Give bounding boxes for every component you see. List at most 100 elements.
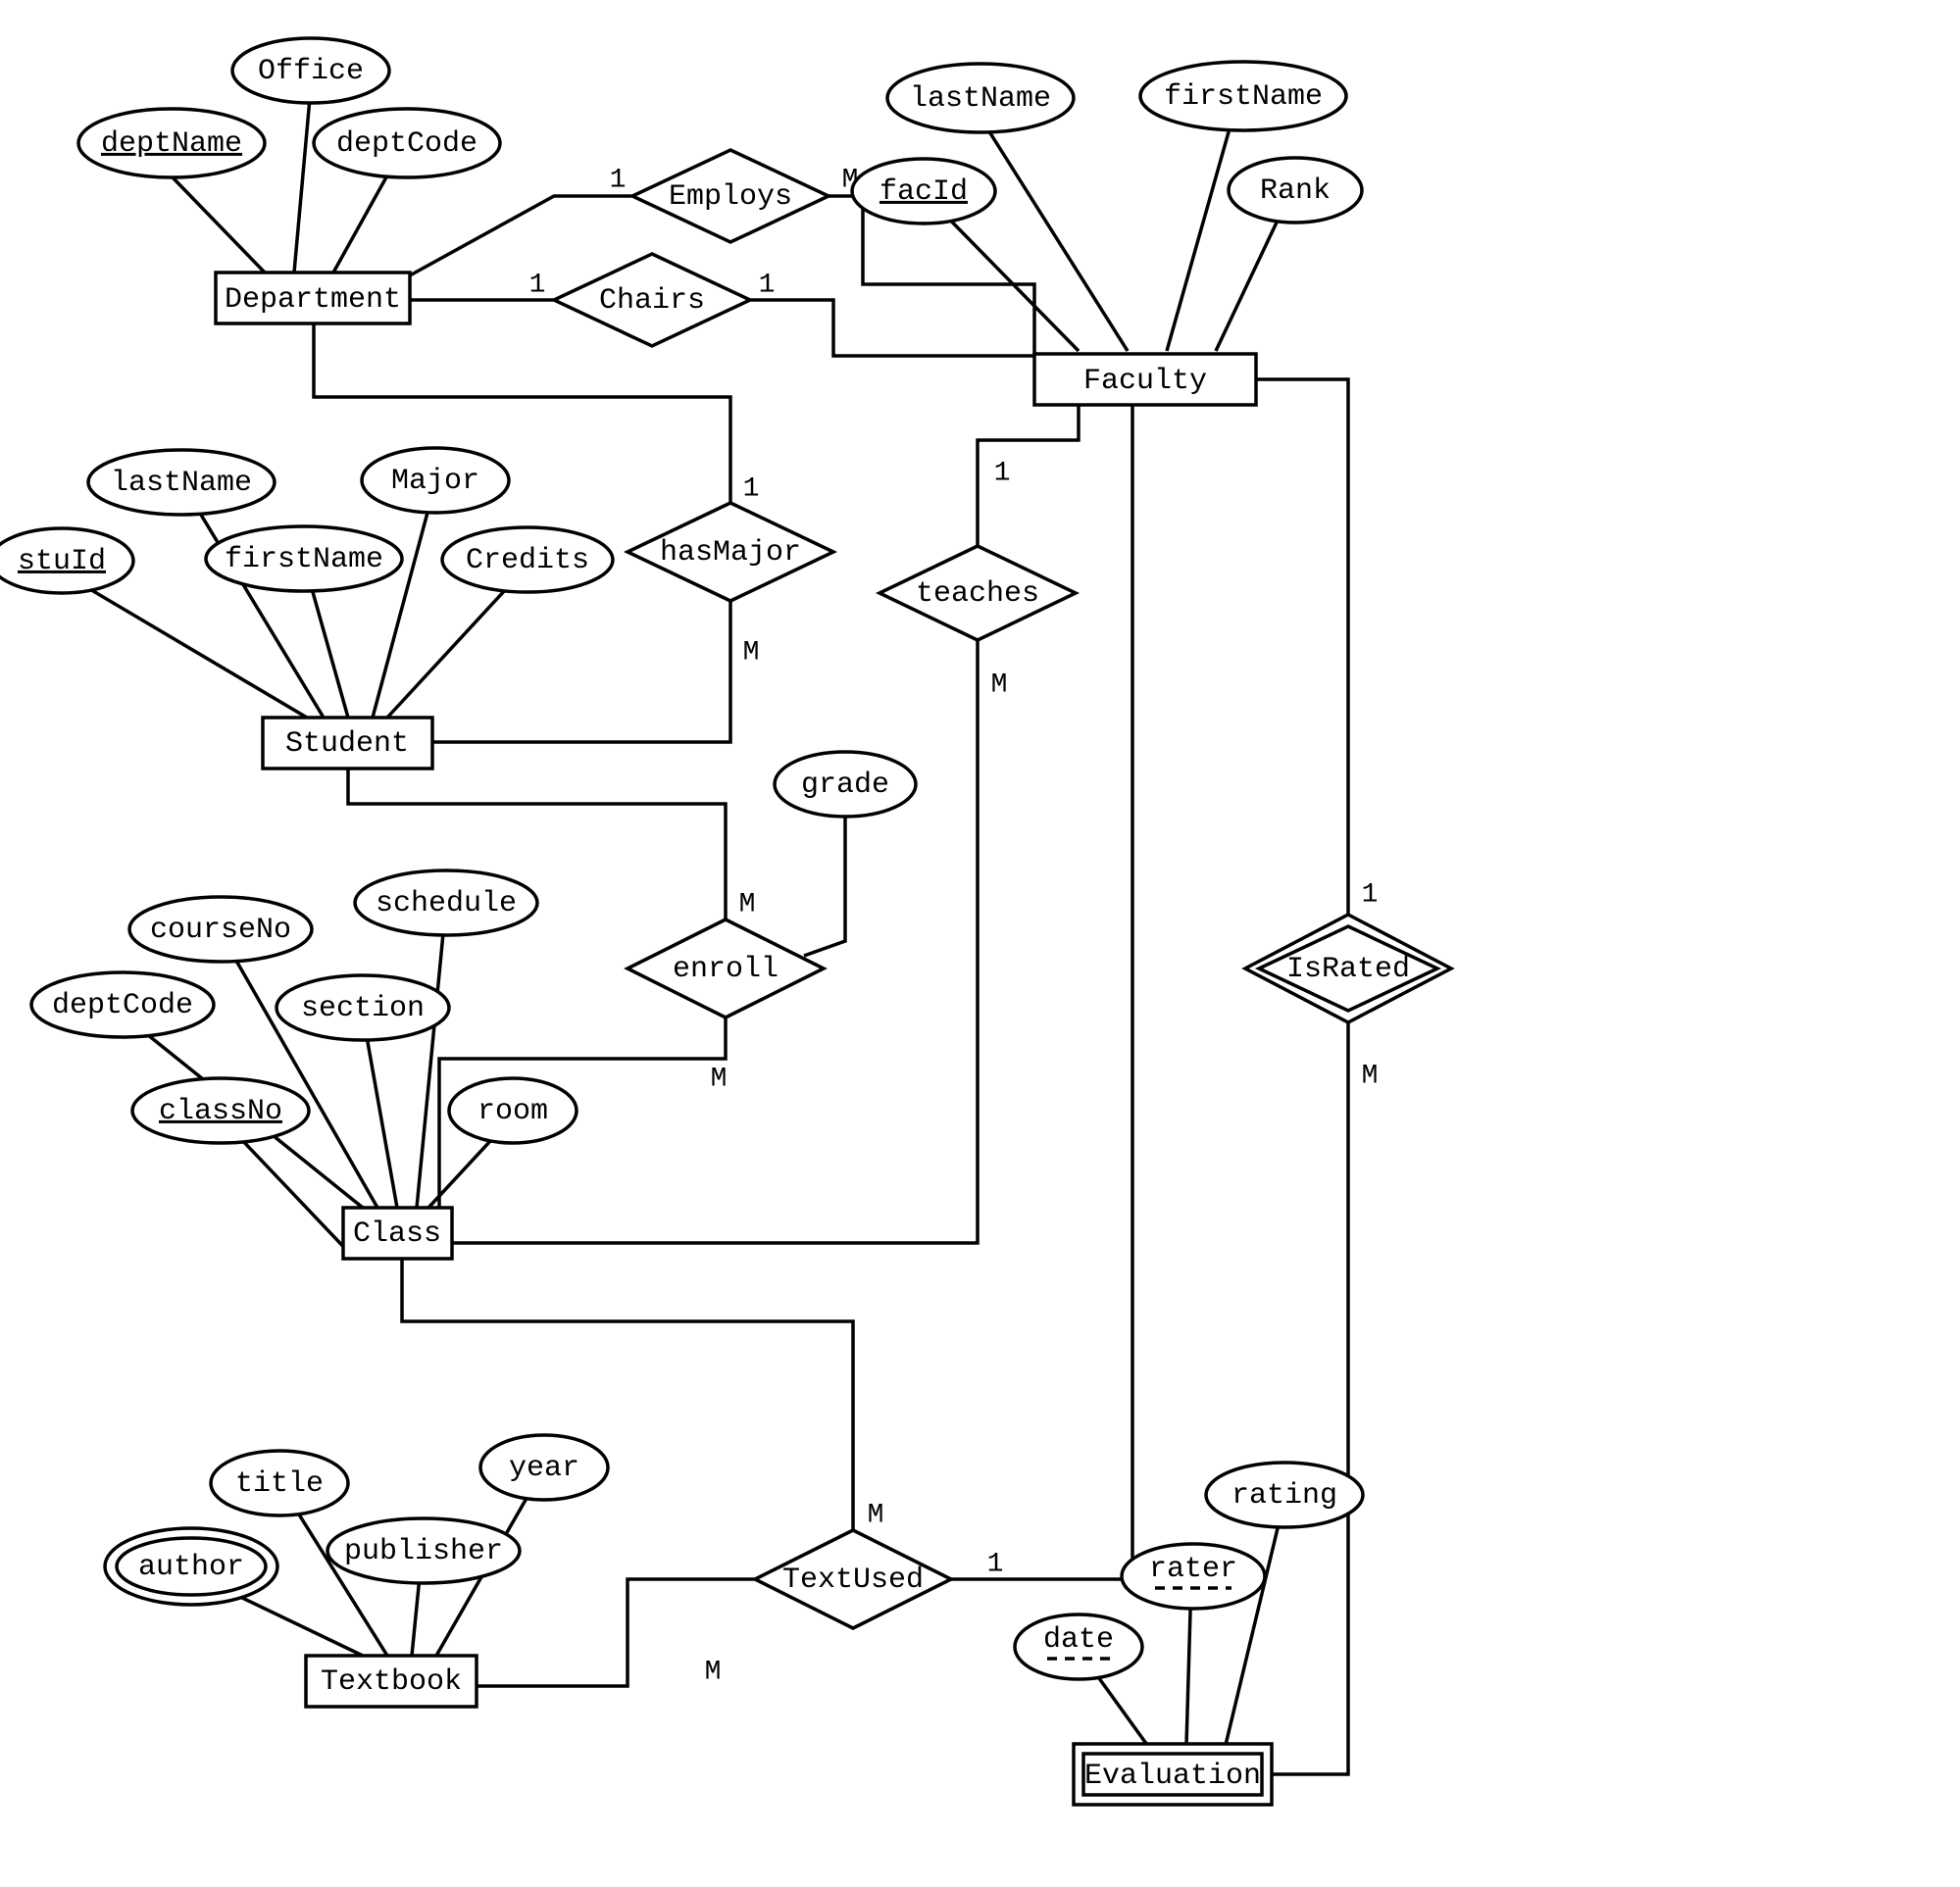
edge-fac-firstName [1167, 108, 1235, 351]
edge-teaches-fac [978, 404, 1079, 546]
attr-class-room: room [449, 1078, 577, 1143]
svg-text:date: date [1043, 1623, 1114, 1657]
edge-fac-rank [1216, 206, 1284, 351]
attr-class-schedule: schedule [355, 870, 537, 935]
attr-class-courseNo: courseNo [129, 897, 312, 962]
attr-text-title: title [211, 1451, 348, 1515]
edge-employs-dept [410, 196, 632, 275]
attr-stu-firstName: firstName [206, 526, 402, 591]
edge-textused-class [402, 1257, 853, 1530]
attr-text-author: author [105, 1528, 277, 1605]
edge-fac-facId [931, 201, 1079, 351]
rel-textused: TextUsed [755, 1530, 951, 1628]
er-diagram: 1 M 1 1 1 M 1 M M M M M 1 1 M Employs Ch… [0, 0, 1960, 1887]
attr-eval-rater: rater [1122, 1544, 1265, 1609]
card-teaches-fac: 1 [994, 458, 1011, 488]
rel-teaches: teaches [879, 546, 1076, 640]
card-chairs-fac: 1 [759, 270, 776, 300]
svg-text:hasMajor: hasMajor [660, 536, 801, 570]
attr-text-year: year [480, 1435, 608, 1500]
entity-faculty: Faculty [1034, 354, 1256, 405]
svg-text:stuId: stuId [18, 545, 106, 578]
svg-text:enroll: enroll [673, 953, 779, 986]
svg-text:grade: grade [801, 769, 889, 802]
svg-text:Evaluation: Evaluation [1084, 1760, 1261, 1793]
svg-text:rater: rater [1149, 1553, 1237, 1586]
svg-text:TextUsed: TextUsed [782, 1564, 924, 1597]
rel-chairs: Chairs [554, 254, 750, 346]
svg-text:author: author [138, 1551, 244, 1584]
attr-dept-deptCode: deptCode [314, 109, 500, 177]
entity-class: Class [343, 1208, 452, 1259]
attr-fac-rank: Rank [1229, 158, 1362, 223]
card-enroll-class: M [711, 1064, 728, 1094]
edge-dept-deptName [172, 176, 265, 273]
svg-text:Class: Class [353, 1217, 441, 1251]
svg-text:room: room [477, 1095, 548, 1128]
edge-class-section [363, 1015, 397, 1208]
rel-enroll: enroll [628, 919, 824, 1018]
card-israted-eval: M [1362, 1061, 1379, 1091]
card-textused-fac: 1 [987, 1549, 1004, 1579]
edge-eval-rating [1226, 1500, 1284, 1745]
svg-text:Office: Office [258, 55, 364, 88]
card-hasmajor-stu: M [743, 637, 760, 668]
svg-text:section: section [301, 992, 425, 1025]
svg-text:Rank: Rank [1260, 174, 1331, 208]
edge-israted-fac [1255, 379, 1348, 915]
svg-text:Credits: Credits [466, 544, 589, 577]
edge-class-schedule [417, 903, 446, 1208]
edge-dept-office [294, 98, 310, 273]
entity-evaluation: Evaluation [1074, 1744, 1272, 1805]
card-textused-text: M [705, 1657, 722, 1687]
svg-text:schedule: schedule [376, 887, 517, 920]
entity-department: Department [216, 273, 410, 323]
svg-text:deptCode: deptCode [52, 989, 193, 1022]
svg-text:facId: facId [879, 175, 968, 209]
card-textused-class: M [868, 1500, 884, 1530]
svg-text:lastName: lastName [910, 82, 1051, 116]
svg-text:year: year [509, 1452, 579, 1485]
edge-enroll-grade [804, 796, 845, 956]
svg-text:Employs: Employs [669, 180, 792, 214]
card-chairs-dept: 1 [529, 270, 546, 300]
card-teaches-class: M [991, 670, 1008, 700]
svg-text:Student: Student [285, 727, 409, 761]
edge-stu-stuId [62, 572, 307, 718]
edge-dept-deptCode [333, 167, 392, 273]
entity-textbook: Textbook [306, 1656, 477, 1707]
svg-text:IsRated: IsRated [1286, 953, 1410, 986]
edge-israted-eval [1270, 1022, 1348, 1774]
rel-employs: Employs [632, 150, 829, 242]
attr-eval-date: date [1015, 1614, 1142, 1679]
svg-text:teaches: teaches [916, 577, 1039, 611]
svg-text:publisher: publisher [344, 1535, 503, 1568]
svg-text:Textbook: Textbook [321, 1665, 462, 1699]
card-employs-dept: 1 [610, 165, 627, 195]
svg-text:title: title [235, 1467, 324, 1501]
attr-stu-lastName: lastName [88, 450, 275, 515]
edge-fac-lastName [980, 118, 1128, 351]
svg-text:Major: Major [391, 465, 479, 498]
attr-stu-major: Major [362, 448, 509, 513]
svg-text:deptName: deptName [101, 127, 242, 161]
svg-text:Department: Department [225, 283, 401, 317]
attr-eval-rating: rating [1206, 1463, 1363, 1527]
card-enroll-stu: M [739, 889, 756, 919]
svg-text:lastName: lastName [111, 467, 252, 500]
attr-class-section: section [276, 975, 449, 1040]
attr-stu-credits: Credits [442, 527, 613, 592]
rel-israted: IsRated [1245, 915, 1451, 1022]
edge-chairs-fac [750, 300, 1034, 356]
attr-fac-lastName: lastName [887, 64, 1074, 132]
svg-text:firstName: firstName [1164, 80, 1323, 114]
attr-class-classNo: classNo [132, 1078, 309, 1143]
attr-fac-facId: facId [852, 159, 995, 223]
attr-text-publisher: publisher [327, 1518, 520, 1583]
attr-dept-office: Office [232, 38, 389, 103]
svg-text:classNo: classNo [159, 1095, 282, 1128]
svg-text:Faculty: Faculty [1083, 365, 1207, 398]
attr-stu-stuId: stuId [0, 528, 133, 593]
svg-text:rating: rating [1231, 1479, 1337, 1513]
edge-stu-lastName [181, 482, 324, 718]
